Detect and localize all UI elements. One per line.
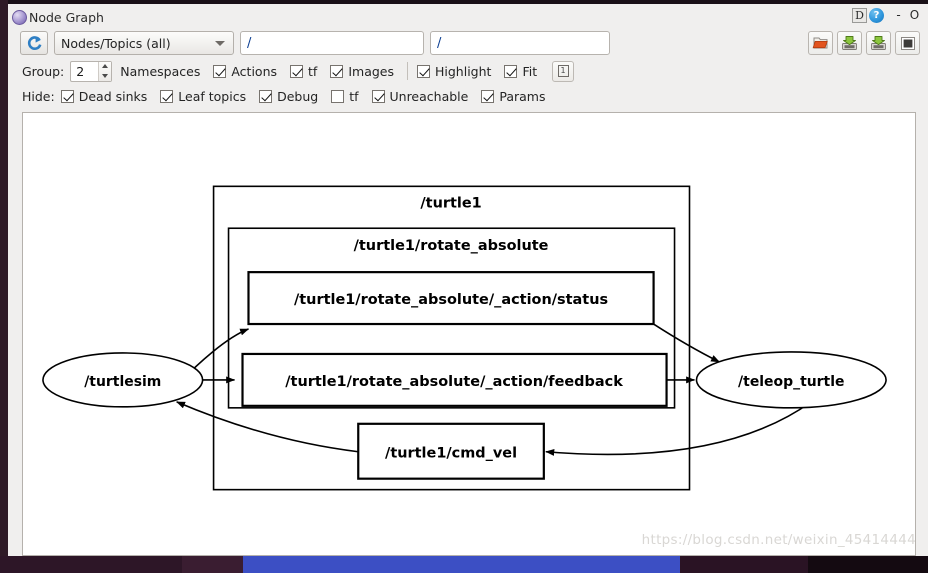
checkbox-fit-box[interactable] <box>504 64 518 78</box>
taskbar-segment[interactable] <box>0 556 182 573</box>
checkbox-highlight-box[interactable] <box>417 64 430 78</box>
taskbar-segment[interactable] <box>182 556 243 573</box>
help-icon[interactable]: ? <box>869 8 884 23</box>
toolbar-primary: Nodes/Topics (all) <box>8 28 928 58</box>
checkbox-debug[interactable]: Debug <box>259 89 318 104</box>
checkbox-unreachable[interactable]: Unreachable <box>371 88 469 104</box>
desktop-taskbar[interactable] <box>0 556 928 573</box>
maximize-button[interactable]: O <box>907 8 922 23</box>
chevron-down-icon[interactable] <box>102 73 109 78</box>
zoom-reset-button[interactable]: 1 <box>552 60 575 82</box>
group-value: 2 <box>76 63 85 79</box>
filter-exclude-input[interactable] <box>430 31 610 55</box>
checkbox-fit[interactable]: Fit <box>504 64 537 79</box>
namespaces-label: Namespaces <box>120 63 201 79</box>
refresh-button[interactable] <box>20 31 48 55</box>
checkbox-tf[interactable]: tf <box>290 64 317 79</box>
ros-node-graph[interactable]: /turtle1 /turtle1/rotate_absolute /turtl <box>23 113 915 555</box>
window-controls: D ? - O <box>852 8 922 23</box>
taskbar-active-window[interactable] <box>243 556 680 573</box>
fit-in-view-button[interactable] <box>895 31 920 55</box>
save-down-icon <box>871 36 886 50</box>
checkbox-fit-label: Fit <box>522 63 538 79</box>
checkbox-debug-box[interactable] <box>259 89 273 103</box>
group-spinbox[interactable]: 2 <box>70 60 113 82</box>
checkbox-leaf-topics-box[interactable] <box>160 89 174 103</box>
checkbox-hide-tf-label: tf <box>349 88 359 104</box>
checkbox-highlight[interactable]: Highlight <box>417 64 491 79</box>
toolbar-action-buttons <box>808 31 920 55</box>
save-image-button[interactable] <box>866 31 891 55</box>
save-down-icon <box>842 36 857 50</box>
checkbox-tf-box[interactable] <box>290 64 304 78</box>
topic-rotate-absolute-status[interactable]: /turtle1/rotate_absolute/_action/status <box>247 271 655 326</box>
graph-canvas[interactable]: /turtle1 /turtle1/rotate_absolute /turtl <box>22 112 916 556</box>
checkbox-images-label: Images <box>348 63 394 79</box>
globe-icon <box>12 10 27 25</box>
cluster-turtle1-label: /turtle1 <box>420 195 481 211</box>
node-graph-window: Node Graph D ? - O Nodes/Topics (all) / … <box>8 4 928 556</box>
graph-type-combo[interactable]: Nodes/Topics (all) <box>54 31 234 55</box>
checkbox-dead-sinks-label: Dead sinks <box>78 88 148 104</box>
checkbox-highlight-label: Highlight <box>435 63 492 79</box>
hide-row: Hide: Dead sinks Leaf topics Debug tf Un… <box>8 84 928 108</box>
undock-button[interactable]: D <box>852 8 867 23</box>
options-row: Group: 2 Namespaces Actions tf Images Hi… <box>8 58 928 84</box>
taskbar-segment[interactable] <box>680 556 808 573</box>
spinbox-arrows[interactable] <box>98 61 112 81</box>
window-title: Node Graph <box>29 9 104 25</box>
checkbox-params-label: Params <box>499 88 546 104</box>
cluster-rotate-absolute-label: /turtle1/rotate_absolute <box>354 238 549 254</box>
topic-feedback-label: /turtle1/rotate_absolute/_action/feedbac… <box>285 374 623 390</box>
checkbox-actions-label: Actions <box>231 63 278 79</box>
topic-cmd-vel-label: /turtle1/cmd_vel <box>385 446 517 462</box>
save-dot-button[interactable] <box>837 31 862 55</box>
topic-status-label: /turtle1/rotate_absolute/_action/status <box>294 292 608 308</box>
checkbox-actions-box[interactable] <box>213 64 227 78</box>
zoom-reset-label: 1 <box>557 65 569 77</box>
desktop-left-edge <box>0 0 8 556</box>
checkbox-images-box[interactable] <box>330 64 344 78</box>
node-teleop-turtle-label: /teleop_turtle <box>738 374 844 390</box>
checkbox-dead-sinks-box[interactable] <box>60 89 74 103</box>
node-teleop-turtle[interactable]: /teleop_turtle <box>695 351 887 409</box>
checkbox-tf-label: tf <box>308 63 318 79</box>
checkbox-leaf-topics-label: Leaf topics <box>178 88 247 104</box>
edge-cmdvel-to-turtlesim <box>176 401 359 453</box>
node-turtlesim[interactable]: /turtlesim <box>42 352 204 408</box>
checkbox-unreachable-label: Unreachable <box>389 88 469 104</box>
checkbox-actions[interactable]: Actions <box>213 64 277 79</box>
checkbox-debug-label: Debug <box>277 88 319 104</box>
checkbox-unreachable-box[interactable] <box>371 89 385 103</box>
topic-cmd-vel[interactable]: /turtle1/cmd_vel <box>357 422 545 480</box>
toolbar-separator <box>407 62 408 80</box>
hide-label: Hide: <box>22 88 55 104</box>
filled-square-icon <box>900 36 915 50</box>
filter-include-input[interactable] <box>240 31 424 55</box>
graph-type-value: Nodes/Topics (all) <box>61 35 171 51</box>
open-folder-icon <box>812 37 828 49</box>
watermark-text: https://blog.csdn.net/weixin_45414444 <box>641 532 916 548</box>
chevron-down-icon <box>215 41 225 46</box>
checkbox-images[interactable]: Images <box>330 64 394 79</box>
load-dot-button[interactable] <box>808 31 833 55</box>
checkbox-hide-tf[interactable]: tf <box>331 88 359 104</box>
taskbar-segment[interactable] <box>808 556 928 573</box>
group-label: Group: <box>22 63 65 79</box>
checkbox-dead-sinks[interactable]: Dead sinks <box>60 88 148 104</box>
refresh-icon <box>27 35 41 50</box>
checkbox-leaf-topics[interactable]: Leaf topics <box>160 89 246 104</box>
window-titlebar: Node Graph D ? - O <box>8 4 928 28</box>
node-turtlesim-label: /turtlesim <box>84 374 161 390</box>
edge-teleop-to-cmdvel <box>545 401 812 456</box>
checkbox-params[interactable]: Params <box>481 89 545 104</box>
minimize-button[interactable]: - <box>891 8 906 23</box>
checkbox-params-box[interactable] <box>481 89 495 103</box>
topic-rotate-absolute-feedback[interactable]: /turtle1/rotate_absolute/_action/feedbac… <box>241 352 668 407</box>
checkbox-hide-tf-box[interactable] <box>331 89 345 103</box>
chevron-up-icon[interactable] <box>102 64 109 69</box>
